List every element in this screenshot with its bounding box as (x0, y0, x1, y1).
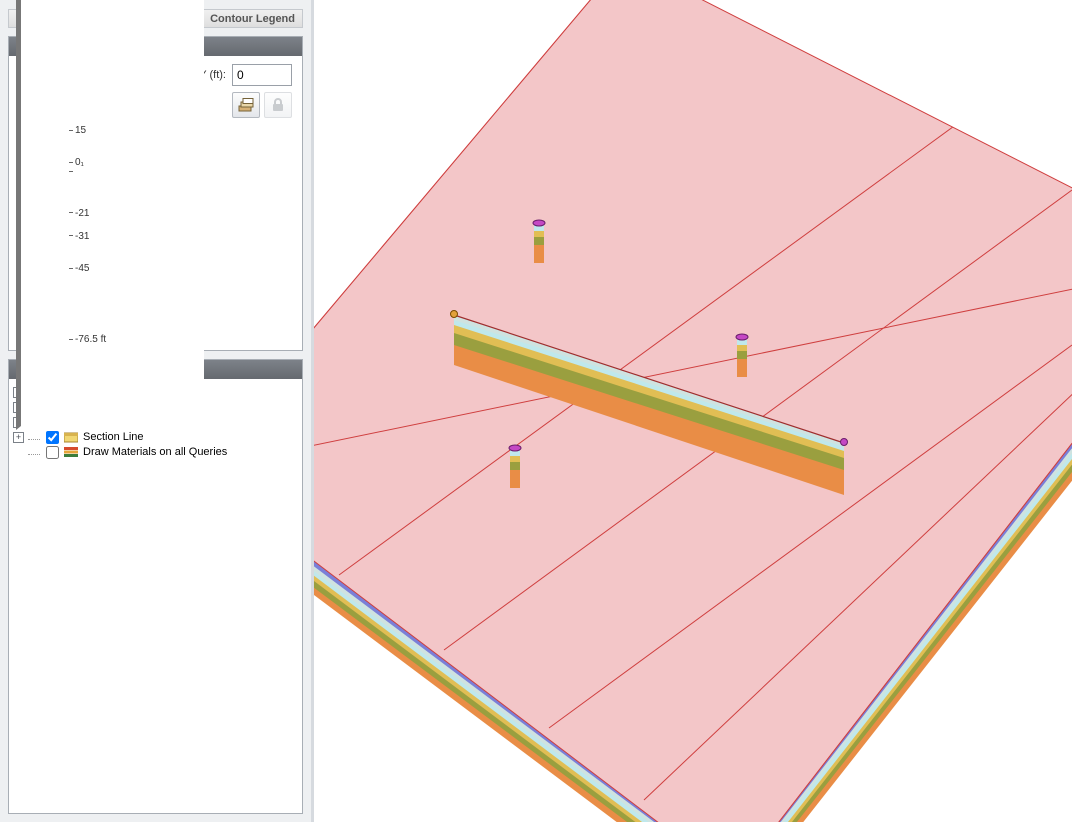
viewport-canvas (314, 0, 1072, 822)
layers-icon (238, 98, 254, 112)
tree-label[interactable]: Draw Materials on all Queries (83, 446, 227, 458)
soil-tick-label: -76.5 ft (69, 334, 106, 345)
y-input[interactable] (232, 64, 292, 86)
soil-layers-button[interactable] (232, 92, 260, 118)
soil-tick-label: -31 (69, 231, 89, 242)
soil-tick-label (69, 166, 75, 177)
tree-node: Draw Materials on all Queries (13, 445, 298, 460)
soil-tick-label: -45 (69, 263, 89, 274)
tree-connector (28, 449, 40, 455)
section-icon (63, 431, 79, 443)
materials-icon (63, 446, 79, 458)
tree-expander[interactable]: + (13, 432, 24, 443)
tree-label[interactable]: Section Line (83, 431, 144, 443)
panel-header-contour-legend[interactable]: Contour Legend (8, 9, 303, 28)
soil-tick-label: -21 (69, 208, 89, 219)
soil-tick-label: 15 (69, 125, 86, 136)
panel-title: Contour Legend (210, 13, 295, 25)
tree-checkbox[interactable] (46, 431, 59, 444)
sidebar: Contour Legend Elevation / Soil Layers L… (0, 0, 314, 822)
lock-button[interactable] (264, 92, 292, 118)
tree-node: + Section Line (13, 430, 298, 445)
soil-column-ticks: 150₁-21-31-45-76.5 ft (69, 130, 119, 340)
viewport-3d[interactable] (314, 0, 1072, 822)
lock-icon (272, 98, 284, 112)
tree-checkbox[interactable] (46, 446, 59, 459)
tree-connector (28, 434, 40, 440)
